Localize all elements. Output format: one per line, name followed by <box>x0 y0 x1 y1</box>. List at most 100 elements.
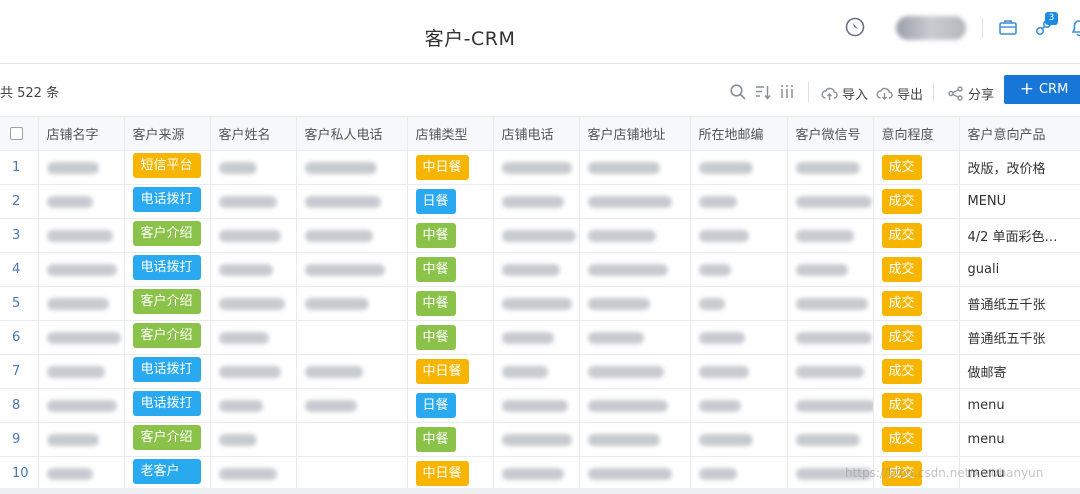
export-button[interactable]: 导出 <box>876 82 923 104</box>
private-phone-cell[interactable] <box>296 388 408 423</box>
postcode-cell[interactable] <box>690 150 788 185</box>
table-row[interactable]: 4 电话拨打 中餐 成交 guali <box>0 252 1080 287</box>
shop-phone-cell[interactable] <box>493 150 580 185</box>
postcode-cell[interactable] <box>690 320 788 355</box>
table-row[interactable]: 3 客户介绍 中餐 成交 4/2 单面彩色… <box>0 218 1080 253</box>
shop-name-cell[interactable] <box>38 388 125 423</box>
shop-name-cell[interactable] <box>38 456 125 491</box>
customer-name-cell[interactable] <box>210 422 297 457</box>
shop-name-cell[interactable] <box>38 286 125 321</box>
private-phone-cell[interactable] <box>296 456 408 491</box>
postcode-cell[interactable] <box>690 218 788 253</box>
intent-cell[interactable]: 成交 <box>873 286 960 321</box>
bell-icon[interactable] <box>1068 16 1080 38</box>
column-header[interactable]: 客户姓名 <box>210 116 297 151</box>
add-crm-button[interactable]: + CRM <box>1004 75 1080 104</box>
table-row[interactable]: 2 电话拨打 日餐 成交 MENU <box>0 184 1080 219</box>
private-phone-cell[interactable] <box>296 252 408 287</box>
shop-type-cell[interactable]: 中餐 <box>407 320 494 355</box>
select-all-cell[interactable] <box>0 116 39 151</box>
private-phone-cell[interactable] <box>296 354 408 389</box>
intent-cell[interactable]: 成交 <box>873 422 960 457</box>
shop-phone-cell[interactable] <box>493 252 580 287</box>
shop-phone-cell[interactable] <box>493 184 580 219</box>
source-cell[interactable]: 客户介绍 <box>124 422 211 457</box>
customer-name-cell[interactable] <box>210 184 297 219</box>
shop-address-cell[interactable] <box>579 422 691 457</box>
wechat-cell[interactable] <box>787 456 874 491</box>
table-row[interactable]: 1 短信平台 中日餐 成交 改版，改价格 <box>0 150 1080 185</box>
sort-icon[interactable] <box>754 83 772 101</box>
customer-name-cell[interactable] <box>210 150 297 185</box>
postcode-cell[interactable] <box>690 422 788 457</box>
shop-type-cell[interactable]: 中日餐 <box>407 354 494 389</box>
intent-cell[interactable]: 成交 <box>873 388 960 423</box>
postcode-cell[interactable] <box>690 286 788 321</box>
private-phone-cell[interactable] <box>296 218 408 253</box>
source-cell[interactable]: 客户介绍 <box>124 218 211 253</box>
shop-type-cell[interactable]: 中餐 <box>407 286 494 321</box>
private-phone-cell[interactable] <box>296 422 408 457</box>
wechat-cell[interactable] <box>787 320 874 355</box>
shop-name-cell[interactable] <box>38 320 125 355</box>
import-button[interactable]: 导入 <box>821 82 868 104</box>
shop-phone-cell[interactable] <box>493 286 580 321</box>
postcode-cell[interactable] <box>690 456 788 491</box>
product-cell[interactable]: 普通纸五千张 <box>959 320 1080 355</box>
column-header[interactable]: 客户微信号 <box>787 116 874 151</box>
shop-address-cell[interactable] <box>579 456 691 491</box>
customer-name-cell[interactable] <box>210 286 297 321</box>
wechat-cell[interactable] <box>787 252 874 287</box>
shop-address-cell[interactable] <box>579 184 691 219</box>
product-cell[interactable]: menu <box>959 456 1080 491</box>
intent-cell[interactable]: 成交 <box>873 252 960 287</box>
shop-address-cell[interactable] <box>579 354 691 389</box>
table-row[interactable]: 7 电话拨打 中日餐 成交 做邮寄 <box>0 354 1080 389</box>
shop-address-cell[interactable] <box>579 252 691 287</box>
column-header[interactable]: 店铺类型 <box>407 116 494 151</box>
shop-type-cell[interactable]: 日餐 <box>407 184 494 219</box>
intent-cell[interactable]: 成交 <box>873 184 960 219</box>
compass-icon[interactable] <box>844 16 866 38</box>
shop-address-cell[interactable] <box>579 388 691 423</box>
briefcase-icon[interactable] <box>997 16 1019 38</box>
horizontal-scrollbar[interactable] <box>0 488 1080 494</box>
wechat-cell[interactable] <box>787 184 874 219</box>
shop-phone-cell[interactable] <box>493 354 580 389</box>
shop-type-cell[interactable]: 中日餐 <box>407 150 494 185</box>
private-phone-cell[interactable] <box>296 320 408 355</box>
column-header[interactable]: 所在地邮编 <box>690 116 788 151</box>
wechat-cell[interactable] <box>787 286 874 321</box>
shop-type-cell[interactable]: 中日餐 <box>407 456 494 491</box>
postcode-cell[interactable] <box>690 184 788 219</box>
private-phone-cell[interactable] <box>296 184 408 219</box>
customer-name-cell[interactable] <box>210 218 297 253</box>
shop-phone-cell[interactable] <box>493 388 580 423</box>
postcode-cell[interactable] <box>690 354 788 389</box>
product-cell[interactable]: 4/2 单面彩色… <box>959 218 1080 253</box>
intent-cell[interactable]: 成交 <box>873 150 960 185</box>
source-cell[interactable]: 客户介绍 <box>124 286 211 321</box>
shop-name-cell[interactable] <box>38 218 125 253</box>
column-header[interactable]: 客户店铺地址 <box>579 116 691 151</box>
user-name-blurred[interactable] <box>896 16 966 40</box>
intent-cell[interactable]: 成交 <box>873 320 960 355</box>
source-cell[interactable]: 电话拨打 <box>124 252 211 287</box>
column-header[interactable]: 店铺名字 <box>38 116 125 151</box>
columns-icon[interactable] <box>778 83 796 101</box>
shop-type-cell[interactable]: 中餐 <box>407 422 494 457</box>
product-cell[interactable]: MENU <box>959 184 1080 219</box>
shop-phone-cell[interactable] <box>493 422 580 457</box>
shop-phone-cell[interactable] <box>493 320 580 355</box>
shop-name-cell[interactable] <box>38 184 125 219</box>
source-cell[interactable]: 短信平台 <box>124 150 211 185</box>
source-cell[interactable]: 老客户 <box>124 456 211 491</box>
postcode-cell[interactable] <box>690 252 788 287</box>
source-cell[interactable]: 电话拨打 <box>124 184 211 219</box>
source-cell[interactable]: 电话拨打 <box>124 354 211 389</box>
shop-type-cell[interactable]: 中餐 <box>407 218 494 253</box>
postcode-cell[interactable] <box>690 388 788 423</box>
shop-phone-cell[interactable] <box>493 456 580 491</box>
shop-type-cell[interactable]: 日餐 <box>407 388 494 423</box>
source-cell[interactable]: 电话拨打 <box>124 388 211 423</box>
